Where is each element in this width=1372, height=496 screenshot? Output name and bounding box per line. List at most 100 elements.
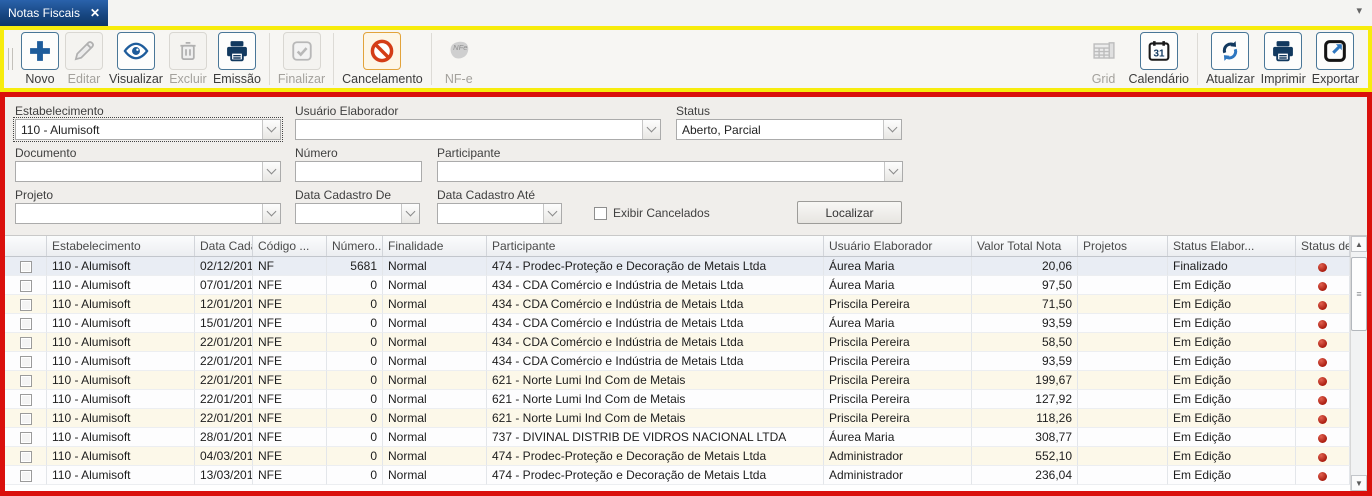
chevron-down-icon[interactable] [543,204,561,223]
emiss-o-button[interactable]: Emissão [210,31,264,87]
documento-select[interactable] [15,161,281,182]
data-cadastro-de-select[interactable] [295,203,420,224]
work-area-annotation-box: Estabelecimento 110 - Alumisoft Usuário … [0,92,1372,496]
participante-label: Participante [437,146,500,160]
table-row[interactable]: 110 - Alumisoft13/03/2015NFE0Normal474 -… [5,466,1367,485]
tab-list-chevron-down-icon[interactable]: ▾ [1356,4,1362,17]
row-checkbox[interactable] [20,318,32,330]
cell-finalidade: Normal [383,428,487,447]
table-row[interactable]: 110 - Alumisoft07/01/2015NFE0Normal434 -… [5,276,1367,295]
cell-usuario: Administrador [824,447,972,466]
atualizar-button[interactable]: Atualizar [1203,31,1258,87]
chevron-down-icon[interactable] [262,120,280,139]
table-row[interactable]: 110 - Alumisoft15/01/2015NFE0Normal434 -… [5,314,1367,333]
toolbar-button-label: Finalizar [278,72,325,86]
estabelecimento-select[interactable]: 110 - Alumisoft [15,119,281,140]
vertical-scrollbar[interactable]: ▲ ≡ ▼ [1350,236,1367,491]
column-header-numero[interactable]: Número... [327,236,383,256]
cell-estabelecimento: 110 - Alumisoft [47,428,195,447]
status-red-dot-icon [1318,339,1327,348]
column-header-codigo[interactable]: Código ... [253,236,327,256]
table-row[interactable]: 110 - Alumisoft22/01/2015NFE0Normal621 -… [5,409,1367,428]
usuario-elaborador-select[interactable] [295,119,661,140]
column-header-valor[interactable]: Valor Total Nota [972,236,1078,256]
cell-data: 15/01/2015 [195,314,253,333]
scroll-track[interactable]: ≡ [1351,252,1367,475]
cell-status-elab: Em Edição [1168,295,1296,314]
toolbar-button-label: Grid [1092,72,1116,86]
scroll-up-icon[interactable]: ▲ [1351,236,1367,252]
row-checkbox[interactable] [20,299,32,311]
column-header-usuario[interactable]: Usuário Elaborador [824,236,972,256]
row-checkbox[interactable] [20,451,32,463]
column-header-data[interactable]: Data Cada... [195,236,253,256]
data-cadastro-ate-select[interactable] [437,203,562,224]
table-row[interactable]: 110 - Alumisoft22/01/2015NFE0Normal621 -… [5,371,1367,390]
row-checkbox[interactable] [20,413,32,425]
calend-rio-button[interactable]: 31Calendário [1126,31,1192,87]
grid-button: Grid [1082,31,1126,87]
row-checkbox[interactable] [20,356,32,368]
column-header-participante[interactable]: Participante [487,236,824,256]
table-row[interactable]: 110 - Alumisoft28/01/2015NFE0Normal737 -… [5,428,1367,447]
table-row[interactable]: 110 - Alumisoft22/01/2015NFE0Normal621 -… [5,390,1367,409]
status-select[interactable]: Aberto, Parcial [676,119,902,140]
participante-select[interactable] [437,161,903,182]
cell-finalidade: Normal [383,333,487,352]
column-header-estabelecimento[interactable]: Estabelecimento [47,236,195,256]
estabelecimento-label: Estabelecimento [15,104,104,118]
cancelamento-button[interactable]: Cancelamento [339,31,426,87]
cell-codigo: NFE [253,390,327,409]
row-checkbox[interactable] [20,280,32,292]
column-header-finalidade[interactable]: Finalidade [383,236,487,256]
row-checkbox[interactable] [20,394,32,406]
chevron-down-icon[interactable] [262,204,280,223]
status-red-dot-icon [1318,472,1327,481]
toolbar-grip-handle[interactable] [8,48,13,70]
exportar-button[interactable]: Exportar [1309,31,1362,87]
cell-estabelecimento: 110 - Alumisoft [47,295,195,314]
column-header-projetos[interactable]: Projetos [1078,236,1168,256]
cell-valor: 20,06 [972,257,1078,276]
chevron-down-icon[interactable] [262,162,280,181]
cell-usuario: Priscila Pereira [824,371,972,390]
column-header-status-ate[interactable]: Status de Ate... [1296,236,1350,256]
cell-sel [5,314,47,333]
toolbar-group: Finalizar [275,31,328,87]
close-icon[interactable]: ✕ [90,6,100,20]
cell-participante: 434 - CDA Comércio e Indústria de Metais… [487,333,824,352]
localizar-button[interactable]: Localizar [797,201,902,224]
scroll-thumb[interactable]: ≡ [1351,257,1367,331]
table-row[interactable]: 110 - Alumisoft12/01/2015NFE0Normal434 -… [5,295,1367,314]
chevron-down-icon[interactable] [642,120,660,139]
row-checkbox[interactable] [20,375,32,387]
status-red-dot-icon [1318,282,1327,291]
cell-finalidade: Normal [383,314,487,333]
table-row[interactable]: 110 - Alumisoft02/12/2014NF5681Normal474… [5,257,1367,276]
scroll-down-icon[interactable]: ▼ [1351,475,1367,491]
projeto-select[interactable] [15,203,281,224]
tab-notas-fiscais[interactable]: Notas Fiscais ✕ [0,0,108,26]
cell-sel [5,466,47,485]
row-checkbox[interactable] [20,261,32,273]
column-header-status-elab[interactable]: Status Elabor... [1168,236,1296,256]
table-row[interactable]: 110 - Alumisoft22/01/2015NFE0Normal434 -… [5,352,1367,371]
exibir-cancelados-checkbox[interactable] [594,207,607,220]
projeto-label: Projeto [15,188,53,202]
documento-label: Documento [15,146,76,160]
row-checkbox[interactable] [20,337,32,349]
table-row[interactable]: 110 - Alumisoft22/01/2015NFE0Normal434 -… [5,333,1367,352]
numero-input[interactable] [296,162,421,181]
cell-status-ate [1296,295,1350,314]
cell-projetos [1078,409,1168,428]
chevron-down-icon[interactable] [884,162,902,181]
cell-status-ate [1296,409,1350,428]
imprimir-button[interactable]: Imprimir [1258,31,1309,87]
novo-button[interactable]: Novo [18,31,62,87]
row-checkbox[interactable] [20,470,32,482]
visualizar-button[interactable]: Visualizar [106,31,166,87]
table-row[interactable]: 110 - Alumisoft04/03/2015NFE0Normal474 -… [5,447,1367,466]
chevron-down-icon[interactable] [883,120,901,139]
row-checkbox[interactable] [20,432,32,444]
chevron-down-icon[interactable] [401,204,419,223]
